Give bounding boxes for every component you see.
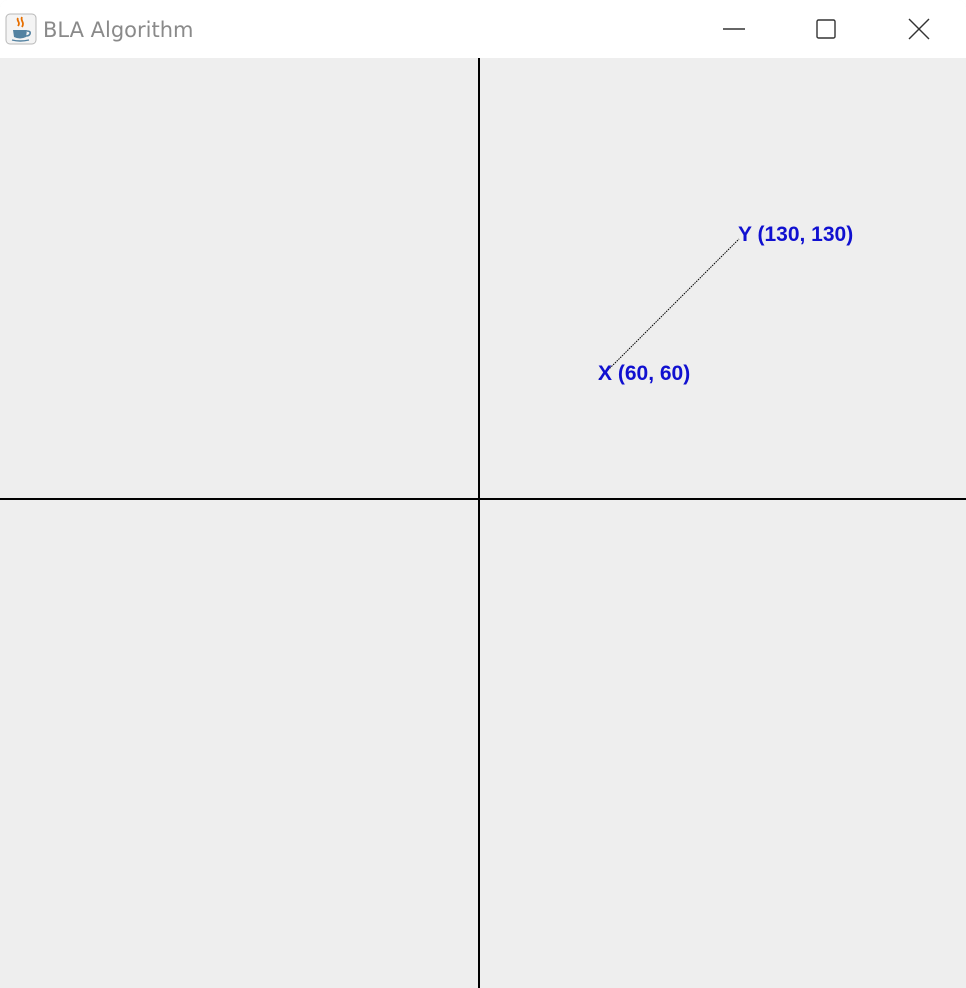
minimize-icon bbox=[723, 28, 745, 30]
plot-surface: X (60, 60) Y (130, 130) bbox=[0, 58, 966, 988]
minimize-button[interactable] bbox=[688, 0, 780, 58]
window-title: BLA Algorithm bbox=[43, 18, 194, 42]
maximize-icon bbox=[816, 19, 836, 39]
bla-line-segment bbox=[598, 238, 740, 380]
maximize-button[interactable] bbox=[780, 0, 872, 58]
java-coffee-cup-icon bbox=[5, 13, 37, 45]
end-point-label: Y (130, 130) bbox=[738, 223, 853, 246]
app-window: BLA Algorithm X (60, 60) Y (130, 130) bbox=[0, 0, 966, 988]
close-icon bbox=[908, 18, 930, 40]
close-button[interactable] bbox=[872, 0, 966, 58]
title-bar[interactable]: BLA Algorithm bbox=[0, 0, 966, 58]
start-point-label: X (60, 60) bbox=[598, 362, 690, 385]
drawing-canvas[interactable]: X (60, 60) Y (130, 130) bbox=[0, 58, 966, 988]
